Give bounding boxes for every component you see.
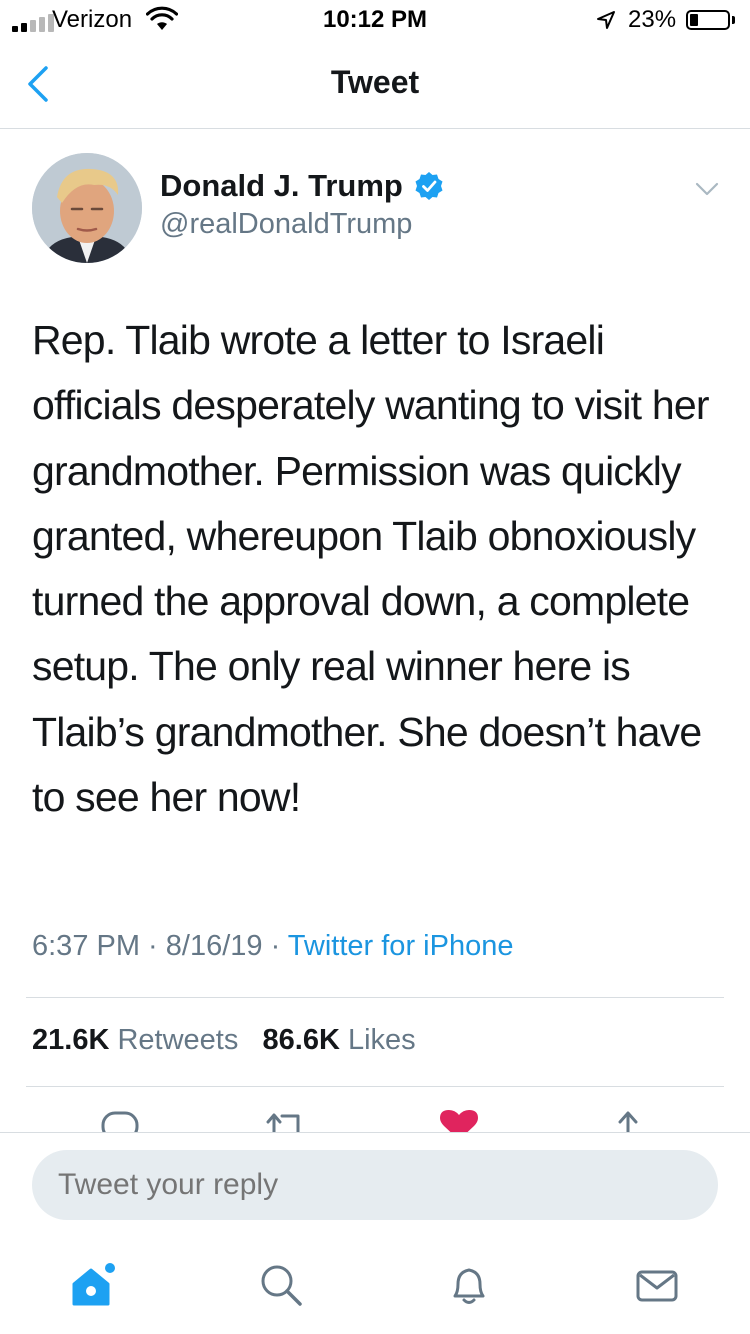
battery-icon bbox=[686, 10, 730, 30]
tweet-options-button[interactable] bbox=[694, 180, 720, 198]
navigation-header: Tweet bbox=[0, 40, 750, 129]
mail-icon bbox=[636, 1270, 678, 1302]
tab-notifications[interactable] bbox=[446, 1262, 492, 1308]
likes-label: Likes bbox=[347, 1024, 416, 1056]
page-title: Tweet bbox=[330, 64, 420, 100]
location-arrow-icon bbox=[597, 11, 615, 29]
reply-input[interactable] bbox=[32, 1150, 718, 1220]
reply-bar bbox=[0, 1132, 750, 1242]
tab-messages[interactable] bbox=[634, 1262, 680, 1308]
heart-icon bbox=[440, 1110, 478, 1132]
likes-count: 86.6K bbox=[262, 1024, 340, 1056]
tab-home[interactable] bbox=[70, 1262, 116, 1308]
tweet-source-link[interactable]: Twitter for iPhone bbox=[288, 930, 514, 962]
verified-badge-icon bbox=[415, 172, 443, 200]
tweet-text: Rep. Tlaib wrote a letter to Israeli off… bbox=[32, 317, 709, 821]
tweet-timestamp: 6:37 PM · 8/16/19 · Twitter for iPhone bbox=[32, 930, 513, 963]
author-handle[interactable]: @realDonaldTrump bbox=[160, 208, 412, 241]
retweet-icon bbox=[266, 1113, 300, 1132]
tweet-actions bbox=[0, 1088, 750, 1132]
divider bbox=[26, 1086, 724, 1087]
share-button[interactable] bbox=[614, 1110, 642, 1132]
bell-icon bbox=[453, 1268, 485, 1304]
retweets-label: Retweets bbox=[117, 1024, 239, 1056]
author-avatar[interactable] bbox=[32, 153, 142, 263]
home-icon bbox=[72, 1263, 115, 1306]
likes-stat[interactable]: 86.6K Likes bbox=[263, 1024, 416, 1056]
avatar-image bbox=[32, 153, 142, 263]
retweets-count: 21.6K bbox=[32, 1024, 110, 1056]
search-icon bbox=[261, 1265, 302, 1306]
status-bar: Verizon 10:12 PM 23% bbox=[0, 0, 750, 40]
battery-tip bbox=[732, 16, 735, 24]
tab-bar bbox=[0, 1242, 750, 1334]
tweet-date: 8/16/19 bbox=[165, 930, 263, 962]
battery-percentage: 23% bbox=[628, 6, 677, 33]
like-button[interactable] bbox=[440, 1110, 478, 1132]
tweet-time: 6:37 PM bbox=[32, 930, 140, 962]
meta-separator: · bbox=[262, 930, 288, 962]
meta-separator: · bbox=[140, 930, 166, 962]
tab-search[interactable] bbox=[258, 1262, 304, 1308]
share-icon bbox=[618, 1111, 638, 1132]
retweets-stat[interactable]: 21.6K Retweets bbox=[32, 1024, 238, 1056]
retweet-button[interactable] bbox=[264, 1110, 308, 1132]
tweet-stats: 21.6K Retweets 86.6K Likes bbox=[32, 1024, 416, 1057]
author-name[interactable]: Donald J. Trump bbox=[160, 168, 403, 204]
divider bbox=[26, 997, 724, 998]
chevron-down-icon bbox=[695, 182, 719, 196]
reply-button[interactable] bbox=[100, 1110, 140, 1132]
reply-icon bbox=[101, 1111, 139, 1132]
